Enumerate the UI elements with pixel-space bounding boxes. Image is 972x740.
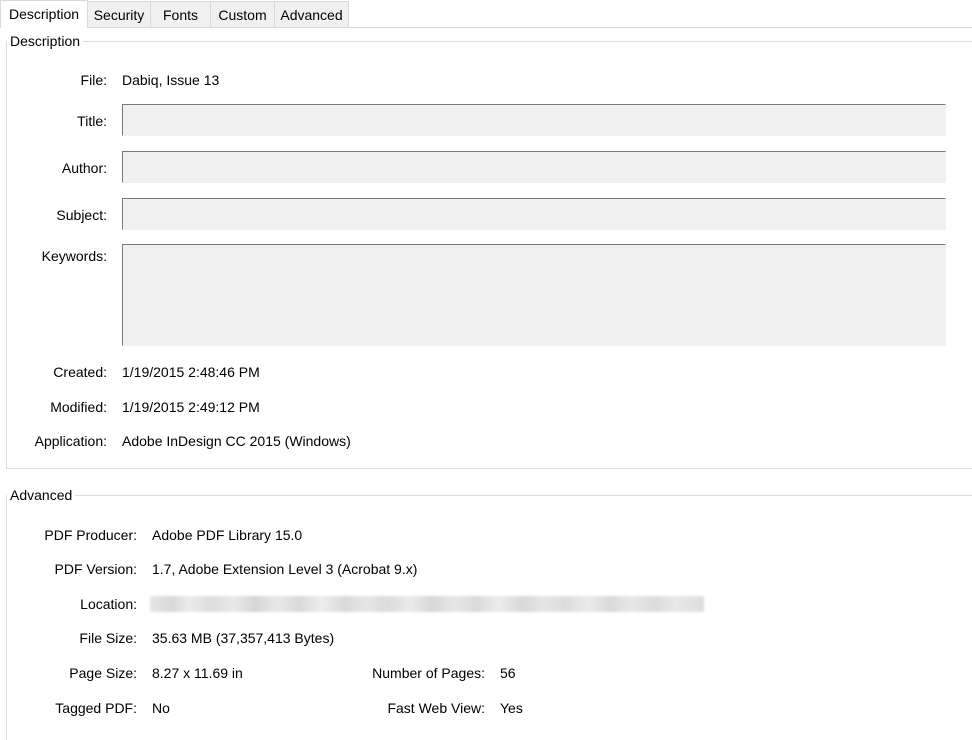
title-label: Title: [77,113,107,129]
fast-web-view-label: Fast Web View: [387,700,485,716]
tagged-pdf-label: Tagged PDF: [55,700,137,716]
tab-bar-divider [0,27,972,28]
modified-label: Modified: [50,399,107,415]
application-value: Adobe InDesign CC 2015 (Windows) [122,433,351,449]
created-label: Created: [53,364,107,380]
author-field[interactable] [122,151,946,183]
keywords-label: Keywords: [41,248,107,264]
file-value: Dabiq, Issue 13 [122,72,220,88]
num-pages-label: Number of Pages: [372,665,485,681]
file-size-value: 35.63 MB (37,357,413 Bytes) [152,630,335,646]
num-pages-value: 56 [500,665,516,681]
subject-field[interactable] [122,198,946,230]
subject-label: Subject: [56,207,107,223]
advanced-group-title: Advanced [7,487,76,503]
pdf-version-value: 1.7, Adobe Extension Level 3 (Acrobat 9.… [152,561,418,577]
created-value: 1/19/2015 2:48:46 PM [122,364,260,380]
page-size-label: Page Size: [69,665,137,681]
location-value-redacted [150,596,704,612]
tab-description[interactable]: Description [0,0,88,28]
description-group-title: Description [7,33,84,49]
file-label: File: [80,72,107,88]
file-size-label: File Size: [79,630,137,646]
tab-fonts[interactable]: Fonts [150,1,211,27]
keywords-field[interactable] [122,244,946,346]
tab-bar: Description Security Fonts Custom Advanc… [0,0,972,28]
advanced-group [6,495,972,740]
title-field[interactable] [122,104,946,136]
tagged-pdf-value: No [152,700,170,716]
tab-custom[interactable]: Custom [210,1,275,27]
fast-web-view-value: Yes [500,700,523,716]
pdf-version-label: PDF Version: [54,561,137,577]
tab-security[interactable]: Security [87,1,151,27]
application-label: Application: [34,433,107,449]
modified-value: 1/19/2015 2:49:12 PM [122,399,260,415]
pdf-producer-value: Adobe PDF Library 15.0 [152,527,303,543]
author-label: Author: [61,160,107,176]
pdf-producer-label: PDF Producer: [44,527,137,543]
page-size-value: 8.27 x 11.69 in [152,665,243,681]
location-label: Location: [80,596,137,612]
tab-advanced[interactable]: Advanced [274,1,349,27]
